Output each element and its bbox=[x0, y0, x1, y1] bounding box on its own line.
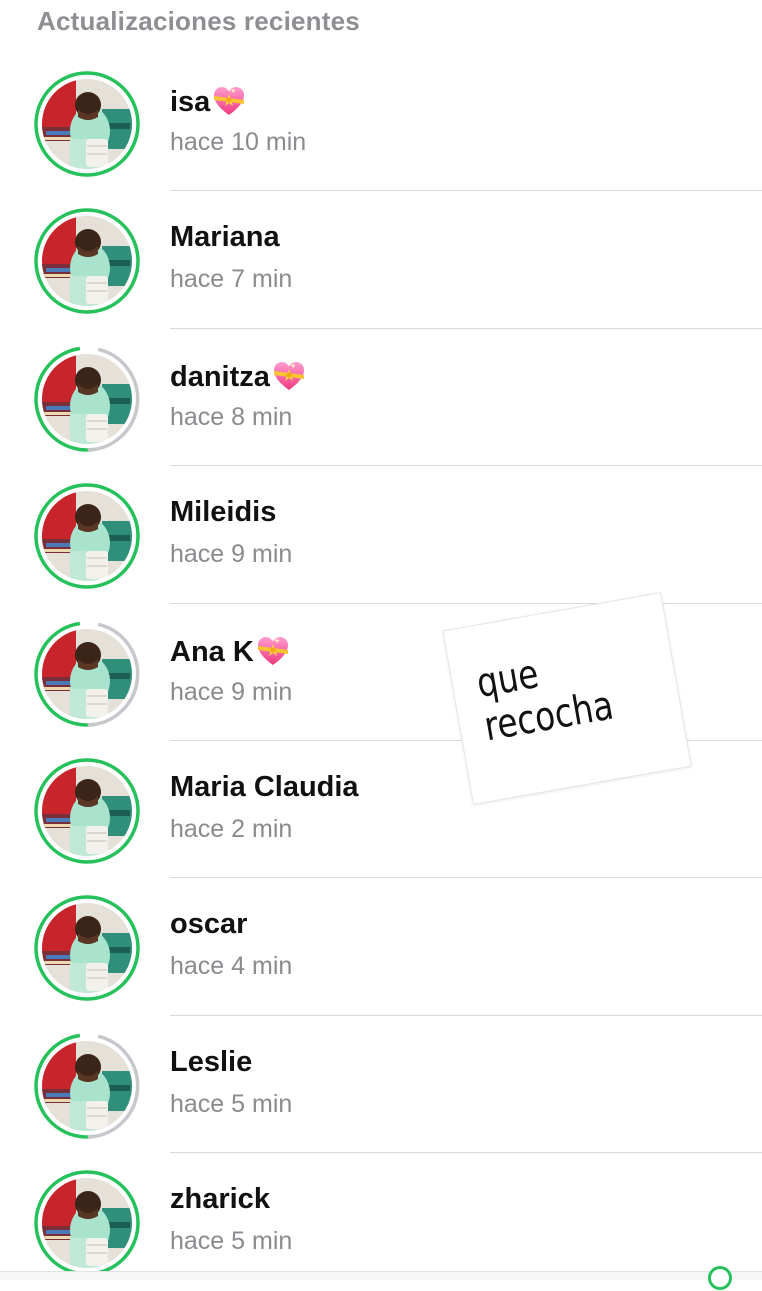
status-time: hace 5 min bbox=[170, 1089, 293, 1118]
bottom-toolbar bbox=[0, 1266, 762, 1290]
sparkling-heart-icon bbox=[256, 634, 290, 668]
contact-avatar bbox=[42, 216, 132, 307]
contact-name: Mileidis bbox=[170, 496, 277, 529]
status-ring bbox=[33, 1032, 141, 1140]
status-ring bbox=[33, 894, 141, 1002]
status-time: hace 8 min bbox=[170, 402, 293, 431]
status-ring bbox=[33, 207, 141, 315]
status-item-danitza[interactable]: danitza hace 8 min bbox=[0, 329, 762, 467]
status-item-leslie[interactable]: Leslie hace 5 min bbox=[0, 1016, 762, 1154]
status-time: hace 9 min bbox=[170, 540, 293, 569]
status-ring bbox=[33, 620, 141, 728]
status-item-oscar[interactable]: oscar hace 4 min bbox=[0, 878, 762, 1016]
contact-avatar bbox=[42, 903, 132, 994]
status-item-zharick[interactable]: zharick hace 5 min bbox=[0, 1153, 762, 1290]
status-item-mariana[interactable]: Mariana hace 7 min bbox=[0, 191, 762, 329]
status-ring bbox=[33, 757, 141, 865]
status-item-mileidis[interactable]: Mileidis hace 9 min bbox=[0, 466, 762, 604]
contact-name: danitza bbox=[170, 360, 270, 393]
status-time: hace 4 min bbox=[170, 952, 293, 981]
status-ring bbox=[33, 70, 141, 178]
contact-name: zharick bbox=[170, 1183, 270, 1216]
contact-avatar bbox=[42, 491, 132, 582]
section-title: Actualizaciones recientes bbox=[37, 6, 360, 36]
contact-name: isa bbox=[170, 86, 211, 118]
contact-name: oscar bbox=[170, 908, 248, 941]
sticker-text: que recocha bbox=[473, 636, 638, 750]
status-item-isa[interactable]: isa hace 10 min bbox=[0, 54, 762, 192]
contact-avatar bbox=[42, 1178, 132, 1269]
contact-avatar bbox=[42, 628, 132, 719]
sparkling-heart-icon bbox=[272, 359, 306, 393]
contact-name: Ana K bbox=[170, 635, 254, 668]
status-time: hace 7 min bbox=[170, 265, 293, 294]
sparkling-heart-icon bbox=[212, 84, 246, 118]
status-indicator-icon bbox=[708, 1266, 732, 1290]
status-ring bbox=[33, 345, 141, 453]
contact-avatar bbox=[42, 1040, 132, 1131]
status-time: hace 5 min bbox=[170, 1227, 293, 1256]
status-time: hace 9 min bbox=[170, 677, 293, 706]
status-ring bbox=[33, 1169, 141, 1277]
contact-avatar bbox=[42, 79, 132, 169]
contact-avatar bbox=[42, 765, 132, 856]
contact-avatar bbox=[42, 353, 132, 444]
contact-name: Mariana bbox=[170, 221, 280, 254]
status-time: hace 2 min bbox=[170, 814, 293, 843]
contact-name: Leslie bbox=[170, 1045, 253, 1078]
status-time: hace 10 min bbox=[170, 128, 307, 156]
contact-name: Maria Claudia bbox=[170, 770, 359, 803]
status-ring bbox=[33, 482, 141, 590]
